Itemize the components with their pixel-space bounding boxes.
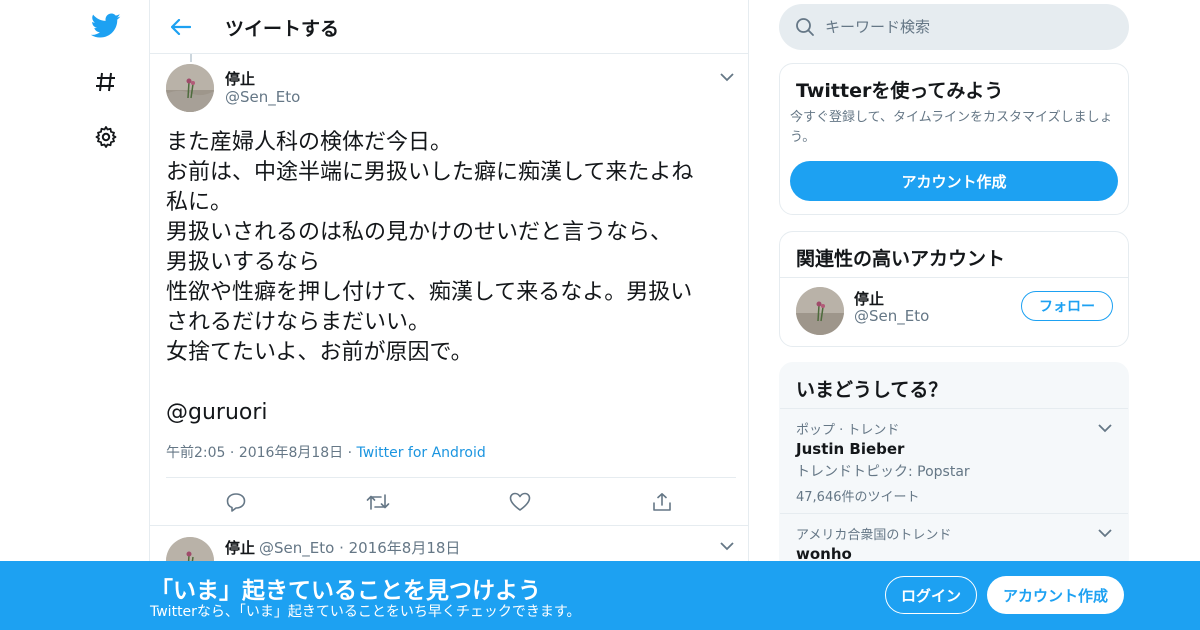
- chevron-down-icon[interactable]: [1096, 524, 1114, 542]
- reply-author-name[interactable]: 停止: [225, 537, 255, 558]
- trend-tweet-count: 47,646件のツイート: [796, 490, 920, 505]
- left-nav: [80, 0, 130, 630]
- trend-context: ポップ · トレンド: [796, 423, 900, 438]
- related-account-handle[interactable]: @Sen_Eto: [854, 307, 929, 325]
- trend-item[interactable]: ポップ · トレンド Justin Bieber トレンドトピック: Popst…: [780, 409, 1128, 513]
- back-arrow-icon[interactable]: [168, 14, 194, 40]
- banner-subtitle: Twitterなら、「いま」起きていることをいち早くチェックできます。: [150, 604, 581, 620]
- reply-author-handle[interactable]: @Sen_Eto: [259, 539, 334, 557]
- trend-context: アメリカ合衆国のトレンド: [796, 528, 952, 543]
- search-box[interactable]: [779, 4, 1129, 50]
- reply-icon[interactable]: [223, 489, 249, 515]
- signup-card: Twitterを使ってみよう 今すぐ登録して、タイムラインをカスタマイズしましょ…: [779, 63, 1129, 215]
- trend-description: トレンドトピック: Popstar: [796, 464, 970, 480]
- search-icon: [795, 17, 815, 37]
- gear-icon[interactable]: [90, 121, 122, 153]
- follow-button[interactable]: フォロー: [1021, 291, 1113, 321]
- related-card-title: 関連性の高いアカウント: [796, 248, 1006, 270]
- signup-banner: 「いま」起きていることを見つけよう Twitterなら、「いま」起きていることを…: [0, 561, 1200, 630]
- banner-create-account-button[interactable]: アカウント作成: [987, 576, 1124, 614]
- divider: [166, 477, 736, 478]
- trends-card: いまどうしてる？ ポップ · トレンド Justin Bieber トレンドトピ…: [779, 362, 1129, 572]
- avatar[interactable]: [166, 64, 214, 112]
- tweet-date[interactable]: 2016年8月18日: [239, 445, 343, 461]
- author-handle[interactable]: @Sen_Eto: [225, 88, 300, 106]
- tweet-timestamp: 午前2:05 · 2016年8月18日 · Twitter for Androi…: [166, 445, 486, 461]
- related-accounts-card: 関連性の高いアカウント 停止 @Sen_Eto フォロー: [779, 231, 1129, 347]
- signup-card-title: Twitterを使ってみよう: [796, 80, 1004, 102]
- hashtag-icon[interactable]: [90, 66, 122, 98]
- divider: [780, 277, 1128, 278]
- chevron-down-icon[interactable]: [718, 68, 736, 86]
- share-icon[interactable]: [649, 489, 675, 515]
- reply-date[interactable]: 2016年8月18日: [349, 539, 461, 557]
- banner-title: 「いま」起きていることを見つけよう: [150, 578, 541, 604]
- related-account-name[interactable]: 停止: [854, 288, 884, 309]
- thread-connector: [190, 54, 192, 62]
- divider: [150, 525, 748, 526]
- create-account-button[interactable]: アカウント作成: [790, 161, 1118, 201]
- signup-card-subtitle: 今すぐ登録して、タイムラインをカスタマイズしましょう。: [790, 110, 1113, 145]
- main-column: ツイートする 停止 @Sen_Eto また産婦人科の検体だ今日。 お前は、中途半…: [149, 0, 749, 630]
- retweet-icon[interactable]: [365, 489, 391, 515]
- author-name[interactable]: 停止: [225, 68, 255, 89]
- chevron-down-icon[interactable]: [1096, 419, 1114, 437]
- search-input[interactable]: [825, 4, 1115, 50]
- avatar[interactable]: [796, 287, 844, 335]
- page-title: ツイートする: [225, 18, 340, 40]
- trends-title: いまどうしてる？: [796, 379, 948, 401]
- tweet-actions: [166, 489, 736, 515]
- twitter-bird-icon[interactable]: [90, 10, 122, 42]
- tweet-text: また産婦人科の検体だ今日。 お前は、中途半端に男扱いした癖に痴漢して来たよね 私…: [166, 130, 694, 425]
- page-header: ツイートする: [150, 0, 748, 54]
- reply-author-meta: @Sen_Eto · 2016年8月18日: [259, 539, 461, 557]
- tweet-source-link[interactable]: Twitter for Android: [357, 445, 486, 461]
- login-button[interactable]: ログイン: [885, 576, 977, 614]
- trend-name: Justin Bieber: [796, 440, 905, 458]
- tweet-time[interactable]: 午前2:05: [166, 445, 225, 461]
- chevron-down-icon[interactable]: [718, 537, 736, 555]
- like-heart-icon[interactable]: [507, 489, 533, 515]
